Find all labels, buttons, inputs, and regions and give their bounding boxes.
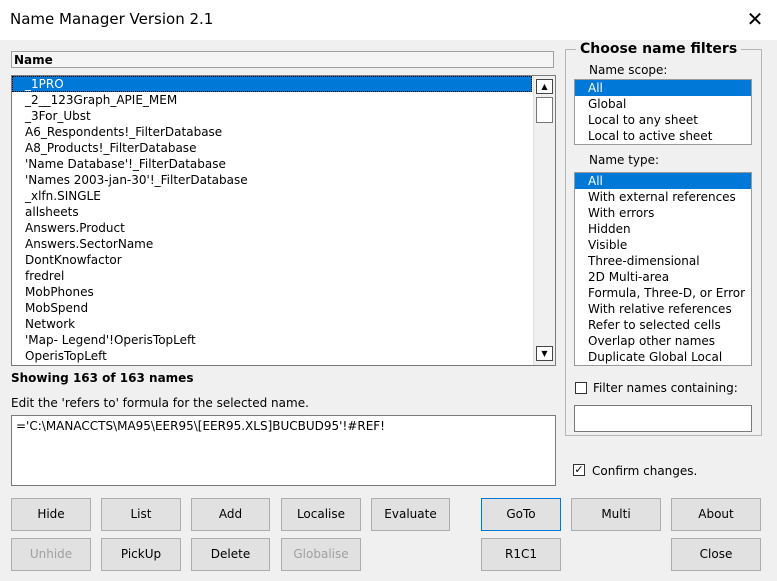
multi-button[interactable]: Multi	[571, 498, 661, 531]
filter-option[interactable]: Global	[575, 96, 751, 112]
list-item[interactable]: 'Names 2003-jan-30'!_FilterDatabase	[12, 172, 532, 188]
close-icon[interactable]: ✕	[741, 6, 769, 32]
list-item[interactable]: _1PRO	[12, 76, 532, 92]
showing-count: Showing 163 of 163 names	[11, 371, 194, 385]
goto-button[interactable]: GoTo	[481, 498, 561, 531]
filter-containing-label: Filter names containing:	[593, 381, 738, 395]
list-item[interactable]: OperisTopLeft	[12, 348, 532, 364]
filter-names-input[interactable]	[574, 405, 752, 432]
filter-option[interactable]: Refer to selected cells	[575, 317, 751, 333]
filter-option[interactable]: 2D Multi-area	[575, 269, 751, 285]
r1c1-button[interactable]: R1C1	[481, 538, 561, 571]
type-listbox[interactable]: All With external references With errors Hi…	[574, 172, 752, 366]
filter-option[interactable]: With relative references	[575, 301, 751, 317]
names-rows: _1PRO _2__123Graph_APIE_MEM _3For_Ubst A6_R…	[12, 76, 532, 364]
filter-option[interactable]: Duplicate Global Local	[575, 349, 751, 365]
confirm-label: Confirm changes.	[592, 464, 698, 478]
filter-option[interactable]: Visible	[575, 237, 751, 253]
list-item[interactable]: Answers.SectorName	[12, 236, 532, 252]
filter-option[interactable]: Formula, Three-D, or Error	[575, 285, 751, 301]
filters-title: Choose name filters	[576, 41, 742, 57]
scope-rows: All Global Local to any sheet Local to acti…	[575, 80, 751, 144]
list-button[interactable]: List	[101, 498, 181, 531]
list-item[interactable]: Answers.Product	[12, 220, 532, 236]
list-item[interactable]: A6_Respondents!_FilterDatabase	[12, 124, 532, 140]
pickup-button[interactable]: PickUp	[101, 538, 181, 571]
list-item[interactable]: A8_Products!_FilterDatabase	[12, 140, 532, 156]
list-item[interactable]: 'Name Database'!_FilterDatabase	[12, 156, 532, 172]
formula-label: Edit the 'refers to' formula for the sel…	[11, 396, 309, 410]
scroll-thumb[interactable]	[536, 97, 553, 123]
list-item[interactable]: _3For_Ubst	[12, 108, 532, 124]
unhide-button[interactable]: Unhide	[11, 538, 91, 571]
list-item[interactable]: _xlfn.SINGLE	[12, 188, 532, 204]
scroll-up-icon[interactable]: ▲	[536, 79, 553, 94]
globalise-button[interactable]: Globalise	[281, 538, 361, 571]
close-button[interactable]: Close	[671, 538, 761, 571]
evaluate-button[interactable]: Evaluate	[371, 498, 450, 531]
names-listbox[interactable]: _1PRO _2__123Graph_APIE_MEM _3For_Ubst A6_R…	[11, 75, 556, 366]
about-button[interactable]: About	[671, 498, 761, 531]
list-item[interactable]: allsheets	[12, 204, 532, 220]
filter-option[interactable]: Local to active sheet	[575, 128, 751, 144]
title-bar: Name Manager Version 2.1 ✕	[0, 0, 777, 40]
names-column-header[interactable]: Name	[11, 51, 554, 68]
type-rows: All With external references With errors Hi…	[575, 173, 751, 365]
hide-button[interactable]: Hide	[11, 498, 91, 531]
formula-value: ='C:\MANACCTS\MA95\EER95\[EER95.XLS]BUCB…	[16, 419, 385, 433]
type-label: Name type:	[589, 153, 660, 167]
filter-option[interactable]: Overlap other names	[575, 333, 751, 349]
filter-option[interactable]: Hidden	[575, 221, 751, 237]
filter-option[interactable]: Local to any sheet	[575, 112, 751, 128]
list-item[interactable]: fredrel	[12, 268, 532, 284]
filter-option[interactable]: All	[575, 173, 751, 189]
names-scrollbar[interactable]: ▲ ▼	[533, 76, 555, 365]
filter-option[interactable]: With errors	[575, 205, 751, 221]
list-item[interactable]: _2__123Graph_APIE_MEM	[12, 92, 532, 108]
list-item[interactable]: DontKnowfactor	[12, 252, 532, 268]
add-button[interactable]: Add	[191, 498, 270, 531]
delete-button[interactable]: Delete	[191, 538, 270, 571]
scroll-down-icon[interactable]: ▼	[536, 346, 553, 361]
localise-button[interactable]: Localise	[281, 498, 361, 531]
filter-option[interactable]: All	[575, 80, 751, 96]
formula-field[interactable]: ='C:\MANACCTS\MA95\EER95\[EER95.XLS]BUCB…	[11, 415, 556, 486]
scope-listbox[interactable]: All Global Local to any sheet Local to acti…	[574, 79, 752, 145]
list-item[interactable]: Network	[12, 316, 532, 332]
window-title: Name Manager Version 2.1	[10, 10, 214, 28]
filter-option[interactable]: With external references	[575, 189, 751, 205]
confirm-checkbox[interactable]: ✓	[573, 464, 585, 476]
list-item[interactable]: MobPhones	[12, 284, 532, 300]
scope-label: Name scope:	[589, 63, 668, 77]
filter-containing-checkbox[interactable]	[575, 382, 587, 394]
list-item[interactable]: MobSpend	[12, 300, 532, 316]
list-item[interactable]: 'Map- Legend'!OperisTopLeft	[12, 332, 532, 348]
filter-option[interactable]: Three-dimensional	[575, 253, 751, 269]
